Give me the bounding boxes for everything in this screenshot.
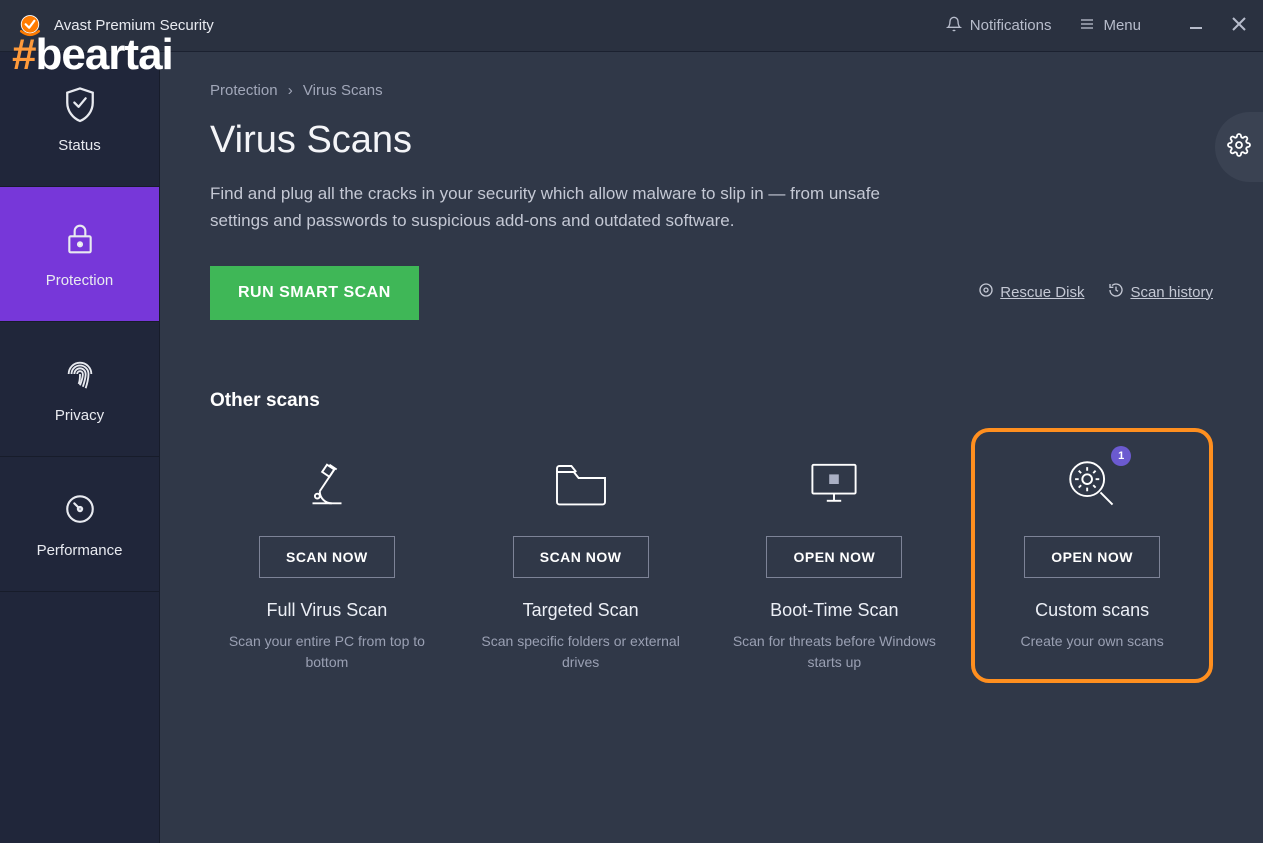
menu-label: Menu — [1103, 17, 1141, 34]
sidebar-label: Protection — [46, 272, 114, 289]
shield-check-icon — [61, 85, 99, 123]
sidebar-item-privacy[interactable]: Privacy — [0, 322, 159, 457]
sidebar-item-protection[interactable]: Protection — [0, 187, 159, 322]
history-icon — [1108, 282, 1124, 302]
sidebar-label: Status — [58, 137, 101, 154]
scan-history-link[interactable]: Scan history — [1108, 282, 1213, 302]
gear-magnifier-icon: 1 — [1063, 452, 1121, 516]
breadcrumb: Protection › Virus Scans — [210, 82, 1213, 99]
scan-card-boot: OPEN NOW Boot-Time Scan Scan for threats… — [718, 442, 952, 683]
app-logo — [16, 12, 44, 40]
card-title: Custom scans — [1035, 600, 1149, 621]
sidebar: Status Protection Privacy Performance — [0, 52, 160, 843]
folder-icon — [552, 452, 610, 516]
page-title: Virus Scans — [210, 119, 1213, 162]
sidebar-label: Performance — [37, 542, 123, 559]
menu-button[interactable]: Menu — [1079, 16, 1141, 36]
settings-button[interactable] — [1215, 112, 1263, 182]
scan-card-targeted: SCAN NOW Targeted Scan Scan specific fol… — [464, 442, 698, 683]
secondary-links: Rescue Disk Scan history — [978, 282, 1213, 302]
full-scan-button[interactable]: SCAN NOW — [259, 536, 395, 578]
card-desc: Create your own scans — [1021, 631, 1164, 652]
titlebar: Avast Premium Security Notifications Men… — [0, 0, 1263, 52]
card-desc: Scan for threats before Windows starts u… — [729, 631, 939, 673]
rescue-disk-link[interactable]: Rescue Disk — [978, 282, 1084, 302]
titlebar-right: Notifications Menu — [946, 16, 1247, 36]
gauge-icon — [61, 490, 99, 528]
lock-icon — [61, 220, 99, 258]
card-title: Full Virus Scan — [267, 600, 388, 621]
scan-card-full: SCAN NOW Full Virus Scan Scan your entir… — [210, 442, 444, 683]
run-smart-scan-button[interactable]: RUN SMART SCAN — [210, 266, 419, 320]
titlebar-left: Avast Premium Security — [16, 12, 214, 40]
gear-icon — [1227, 133, 1251, 162]
scan-cards: SCAN NOW Full Virus Scan Scan your entir… — [210, 442, 1213, 683]
card-title: Boot-Time Scan — [770, 600, 898, 621]
breadcrumb-current: Virus Scans — [303, 82, 383, 99]
boot-scan-button[interactable]: OPEN NOW — [766, 536, 902, 578]
monitor-icon — [805, 452, 863, 516]
notifications-button[interactable]: Notifications — [946, 16, 1052, 36]
card-desc: Scan your entire PC from top to bottom — [222, 631, 432, 673]
minimize-button[interactable] — [1189, 17, 1203, 35]
targeted-scan-button[interactable]: SCAN NOW — [513, 536, 649, 578]
notifications-label: Notifications — [970, 17, 1052, 34]
other-scans-title: Other scans — [210, 390, 1213, 412]
sidebar-label: Privacy — [55, 407, 104, 424]
page-description: Find and plug all the cracks in your sec… — [210, 180, 930, 234]
custom-scan-badge: 1 — [1111, 446, 1131, 466]
main-content: Protection › Virus Scans Virus Scans Fin… — [160, 52, 1263, 843]
sidebar-item-status[interactable]: Status — [0, 52, 159, 187]
scan-card-custom: 1 OPEN NOW Custom scans Create your own … — [971, 428, 1213, 683]
window-controls — [1189, 16, 1247, 36]
close-button[interactable] — [1231, 16, 1247, 36]
custom-scan-button[interactable]: OPEN NOW — [1024, 536, 1160, 578]
disc-icon — [978, 282, 994, 302]
app-title: Avast Premium Security — [54, 17, 214, 34]
hamburger-icon — [1079, 16, 1095, 36]
breadcrumb-separator: › — [288, 82, 293, 99]
card-desc: Scan specific folders or external drives — [476, 631, 686, 673]
sidebar-item-performance[interactable]: Performance — [0, 457, 159, 592]
fingerprint-icon — [61, 355, 99, 393]
card-title: Targeted Scan — [523, 600, 639, 621]
bell-icon — [946, 16, 962, 36]
microscope-icon — [298, 452, 356, 516]
breadcrumb-parent[interactable]: Protection — [210, 82, 278, 99]
